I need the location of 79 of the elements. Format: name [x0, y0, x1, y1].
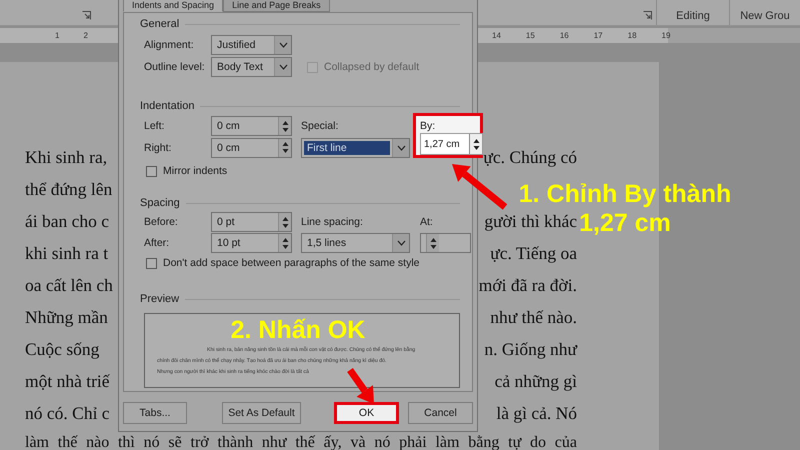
ruler-number: 1: [55, 31, 60, 40]
ruler-number: 19: [662, 31, 670, 40]
field-label: Outline level:: [144, 60, 206, 75]
caret-icon: [396, 144, 406, 151]
section-heading: Indentation: [140, 100, 194, 112]
ruler-number: 2: [83, 31, 88, 40]
spin-arrows-icon: [282, 236, 288, 250]
field-label: Alignment:: [144, 38, 195, 53]
checkbox-label: Collapsed by default: [324, 61, 420, 73]
document-text: ái ban cho c: [25, 210, 110, 233]
ribbon-group-label[interactable]: Editing: [656, 0, 729, 25]
spin-field[interactable]: 0 cm: [211, 116, 292, 136]
dialog-button[interactable]: Cancel: [408, 402, 473, 424]
field-label: Left:: [144, 119, 166, 134]
checkbox[interactable]: [146, 258, 157, 268]
annotation-text: 1. Chỉnh By thành: [518, 180, 732, 208]
tab[interactable]: Line and Page Breaks: [223, 0, 330, 12]
caret-icon: [278, 64, 288, 70]
spin-field[interactable]: 0 cm: [211, 138, 292, 158]
field-label: At:: [420, 215, 434, 230]
dialog-button[interactable]: OK: [334, 402, 399, 424]
caret-icon: [278, 42, 288, 48]
dialog-button[interactable]: Set As Default: [222, 402, 301, 424]
ruler-number: 18: [628, 31, 637, 40]
field-label: Right:: [144, 140, 172, 156]
checkbox[interactable]: [146, 166, 157, 176]
document-text: gười thì khác: [483, 210, 577, 233]
document-text: một nhà triế: [25, 370, 111, 393]
spin-arrows-icon: [282, 216, 288, 228]
checkbox-label: Don't add space between paragraphs of the same style: [163, 257, 420, 269]
launcher-icon[interactable]: [82, 11, 91, 20]
document-text: là gì cả. Nó: [495, 402, 577, 425]
document-text: ực. Tiếng oa: [489, 242, 577, 265]
ribbon-group-label[interactable]: New Grou: [729, 0, 800, 25]
dropdown[interactable]: Justified: [211, 35, 292, 55]
field-label: By:: [420, 118, 436, 133]
dropdown[interactable]: First line: [301, 138, 410, 158]
arrow: [347, 368, 374, 404]
ruler-number: 14: [492, 31, 501, 40]
document-text: khi sinh ra t: [25, 242, 110, 265]
document-text: Những mần: [25, 306, 109, 329]
ruler-number: 17: [594, 31, 603, 40]
annotation-text: 1,27 cm: [579, 209, 671, 237]
field-label: Before:: [144, 215, 179, 230]
document-text: nó có. Chỉ c: [25, 402, 111, 425]
spin-arrows-icon: [282, 141, 288, 154]
field-label: Special:: [301, 119, 340, 134]
launcher-icon[interactable]: [643, 11, 652, 20]
document-text: n. Giống như: [483, 338, 577, 361]
checkbox-label: Mirror indents: [163, 165, 228, 177]
annotation-text: 2. Nhấn OK: [230, 316, 366, 344]
document-text: thể đứng lên: [25, 178, 114, 201]
spin-field[interactable]: 1,27 cm: [420, 133, 483, 155]
document-text: oa cất lên ch: [25, 274, 114, 297]
spin-field[interactable]: [420, 233, 471, 253]
spin-arrows-icon: [430, 236, 436, 250]
spin-field[interactable]: 0 pt: [211, 212, 292, 232]
spin-arrows-icon: [472, 138, 480, 150]
caret-icon: [396, 240, 406, 246]
section-heading: General: [140, 18, 180, 30]
document-text: ực. Chúng có: [482, 146, 577, 169]
document-text: như thế nào.: [489, 306, 577, 329]
spin-field[interactable]: 10 pt: [211, 233, 292, 253]
section-heading: Spacing: [140, 197, 180, 209]
ruler-number: 15: [526, 31, 535, 40]
tab[interactable]: Indents and Spacing: [123, 0, 224, 12]
dropdown[interactable]: Body Text: [211, 57, 292, 77]
document-text: Khi sinh ra,: [25, 146, 108, 169]
spin-arrows-icon: [282, 120, 288, 133]
document-text: mới đã ra đời.: [478, 274, 577, 297]
field-label: After:: [144, 236, 170, 251]
arrow: [452, 164, 508, 210]
dropdown[interactable]: 1,5 lines: [301, 233, 410, 253]
document-text: Cuộc sống: [25, 338, 100, 361]
section-heading: Preview: [140, 293, 180, 305]
field-label: Line spacing:: [301, 215, 364, 230]
document-text: cả những gì: [494, 370, 577, 393]
dialog-button[interactable]: Tabs...: [123, 402, 187, 424]
ruler-number: 16: [560, 31, 569, 40]
